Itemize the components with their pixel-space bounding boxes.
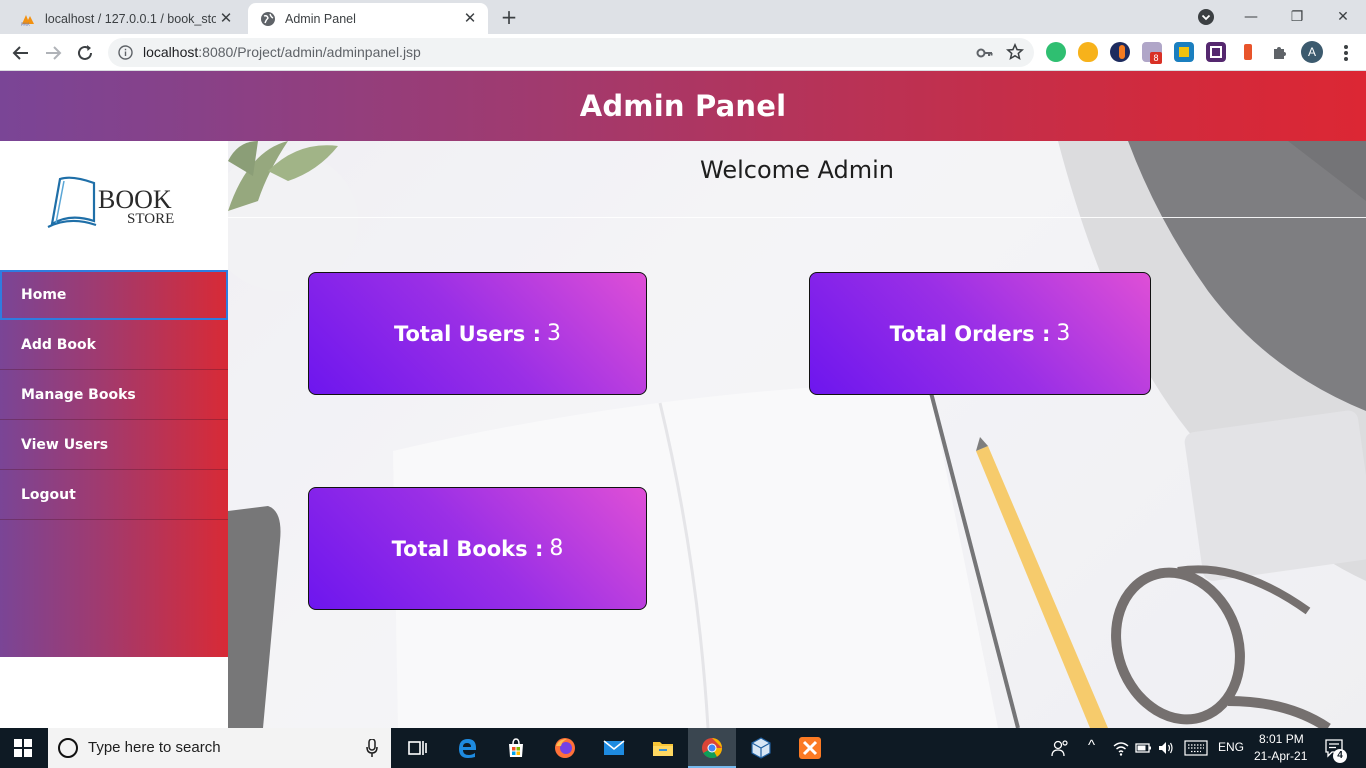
close-tab-icon[interactable]: ✕: [216, 9, 236, 29]
people-icon[interactable]: [1050, 738, 1070, 758]
forward-arrow-icon[interactable]: [42, 42, 64, 64]
logo: BOOK STORE: [0, 141, 228, 270]
total-users-label: Total Users :: [393, 321, 542, 346]
logo-text-book: BOOK: [98, 185, 172, 214]
tab-admin-panel[interactable]: Admin Panel ✕: [248, 3, 488, 34]
taskbar-search-box[interactable]: Type here to search: [48, 728, 391, 768]
book-store-logo: BOOK STORE: [47, 176, 174, 228]
globe-icon: [261, 11, 275, 26]
extension-globe-icon[interactable]: [1046, 42, 1066, 62]
total-users-value: 3: [547, 321, 562, 346]
sidebar-item-logout[interactable]: Logout: [0, 470, 228, 520]
file-explorer-icon[interactable]: [651, 736, 675, 760]
new-tab-button[interactable]: +: [498, 6, 520, 28]
total-books-label: Total Books :: [391, 536, 544, 561]
extension-stats-icon[interactable]: [1206, 42, 1226, 62]
virtualbox-icon[interactable]: [749, 736, 773, 760]
sidebar-menu: Home Add Book Manage Books View Users Lo…: [0, 270, 228, 520]
browser-tab-strip: PMA localhost / 127.0.0.1 / book_store ✕…: [0, 0, 1366, 34]
url-text: localhost:8080/Project/admin/adminpanel.…: [143, 44, 421, 60]
total-orders-value: 3: [1056, 321, 1071, 346]
tab-phpmyadmin[interactable]: PMA localhost / 127.0.0.1 / book_store ✕: [8, 3, 244, 34]
mail-icon[interactable]: [602, 736, 626, 760]
key-icon[interactable]: [976, 44, 994, 62]
restore-icon[interactable]: ❐: [1274, 9, 1320, 25]
wifi-icon[interactable]: [1112, 739, 1130, 757]
tab-title: Admin Panel: [285, 11, 356, 26]
extension-map-icon[interactable]: [1174, 42, 1194, 62]
sidebar: BOOK STORE Home Add Book Manage Books Vi…: [0, 141, 228, 657]
firefox-icon[interactable]: [553, 736, 577, 760]
page-viewport: Admin Panel BOOK STORE Home Add Book Man…: [0, 71, 1366, 728]
total-books-card[interactable]: Total Books : 8: [308, 487, 647, 610]
puzzle-extensions-icon[interactable]: [1270, 42, 1290, 62]
notification-count-badge: 4: [1333, 749, 1347, 763]
edge-browser-icon[interactable]: [455, 736, 479, 760]
clock-time[interactable]: 8:01 PM: [1259, 732, 1304, 746]
book-logo-icon: [50, 176, 96, 227]
back-arrow-icon[interactable]: [10, 42, 32, 64]
close-tab-icon[interactable]: ✕: [460, 9, 480, 29]
extension-sync-icon[interactable]: [1110, 42, 1130, 62]
extension-lighthouse-accent: [1244, 44, 1252, 60]
sidebar-item-home[interactable]: Home: [0, 270, 228, 320]
desk-background-image: [228, 141, 1366, 728]
battery-icon[interactable]: [1134, 739, 1152, 757]
extension-sync-accent: [1119, 45, 1125, 59]
desk-illustration: [228, 141, 1366, 728]
extension-lighthouse-icon[interactable]: [1238, 42, 1258, 62]
task-view-icon[interactable]: [405, 736, 429, 760]
extension-stats-accent: [1210, 46, 1222, 58]
taskbar-search-placeholder: Type here to search: [88, 739, 221, 756]
total-orders-card[interactable]: Total Orders : 3: [809, 272, 1151, 395]
url-host: localhost: [143, 44, 199, 60]
address-bar[interactable]: localhost:8080/Project/admin/adminpanel.…: [108, 38, 1034, 67]
sidebar-item-add-book[interactable]: Add Book: [0, 320, 228, 370]
clock-date[interactable]: 21-Apr-21: [1254, 749, 1307, 763]
total-users-card[interactable]: Total Users : 3: [308, 272, 647, 395]
sidebar-item-manage-books[interactable]: Manage Books: [0, 370, 228, 420]
close-window-icon[interactable]: ✕: [1320, 9, 1366, 25]
reload-icon[interactable]: [74, 42, 96, 64]
total-orders-label: Total Orders :: [889, 321, 1051, 346]
sidebar-item-view-users[interactable]: View Users: [0, 420, 228, 470]
microphone-icon[interactable]: [366, 739, 378, 757]
tab-title: localhost / 127.0.0.1 / book_store: [45, 11, 216, 26]
tab-search-icon[interactable]: [1197, 8, 1215, 26]
window-controls: — ❐ ✕: [1228, 0, 1366, 34]
cortana-icon: [58, 738, 78, 758]
phpmyadmin-icon: PMA: [21, 14, 34, 27]
info-icon[interactable]: [118, 45, 133, 60]
windows-start-icon[interactable]: [14, 739, 32, 757]
keyboard-icon[interactable]: [1184, 740, 1208, 756]
welcome-heading: Welcome Admin: [700, 156, 894, 184]
divider: [228, 217, 1366, 218]
total-books-value: 8: [549, 536, 564, 561]
menu-dots-icon[interactable]: [1340, 42, 1352, 64]
url-path: :8080/Project/admin/adminpanel.jsp: [198, 44, 421, 60]
logo-text-store: STORE: [127, 211, 174, 227]
page-title: Admin Panel: [579, 89, 787, 123]
profile-avatar[interactable]: A: [1301, 41, 1323, 63]
speaker-icon[interactable]: [1157, 739, 1175, 757]
language-indicator[interactable]: ENG: [1218, 740, 1244, 754]
background-overlay: [228, 141, 1366, 728]
extension-screenshot-icon[interactable]: 8: [1142, 42, 1162, 64]
minimize-icon[interactable]: —: [1228, 9, 1274, 25]
extension-map-accent: [1179, 47, 1189, 57]
admin-header: Admin Panel: [0, 71, 1366, 141]
browser-toolbar: localhost:8080/Project/admin/adminpanel.…: [0, 34, 1366, 71]
extension-badge: 8: [1150, 52, 1162, 64]
chevron-up-icon[interactable]: ^: [1088, 737, 1095, 754]
book-logo-icon: [55, 180, 65, 224]
chrome-icon[interactable]: [700, 736, 724, 760]
windows-taskbar: Type here to search ^ ENG 8:01 PM 21-Apr…: [0, 728, 1366, 768]
star-bookmark-icon[interactable]: [1006, 43, 1024, 61]
extension-honey-icon[interactable]: [1078, 42, 1098, 62]
svg-text:PMA: PMA: [21, 22, 30, 27]
xampp-icon[interactable]: [798, 736, 822, 760]
store-icon[interactable]: [504, 736, 528, 760]
